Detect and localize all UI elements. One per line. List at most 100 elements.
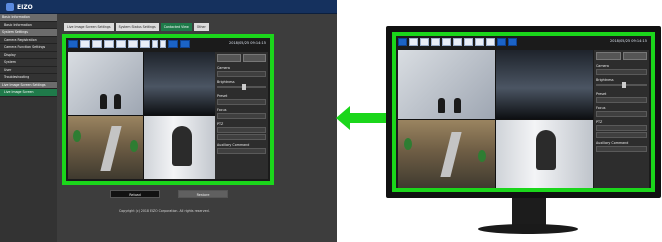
monitor-aux-command-field[interactable] (596, 146, 647, 152)
left-arrow-icon (336, 106, 386, 130)
sidebar-section-basic-information[interactable]: Basic Information (0, 14, 57, 22)
monitor-layout-4x4-button[interactable] (431, 38, 440, 46)
sidebar-item-camera-function-settings[interactable]: Camera Function Settings (0, 44, 57, 52)
rotate-icon[interactable] (168, 40, 178, 48)
sidebar: Basic Information Basic Information Syst… (0, 14, 57, 242)
monitor-settings-icon-button[interactable] (622, 52, 647, 60)
brand-name: EIZO (17, 3, 33, 11)
camera-label: Camera (217, 66, 230, 70)
preset-field[interactable] (217, 99, 266, 105)
monitor-layout-custom-3-button[interactable] (464, 38, 473, 46)
ptz-controls[interactable] (217, 127, 266, 133)
brightness-slider[interactable] (217, 84, 266, 90)
control-side-panel: Camera Brightness Preset Focus PTZ Auxil… (215, 52, 268, 179)
monitor-camera-grid (398, 50, 593, 188)
copyright-text: Copyright (c) 2018 EIZO Corporation. All… (119, 209, 210, 213)
monitor-aux-command-label: Auxiliary Command (596, 141, 629, 145)
sidebar-item-display[interactable]: Display (0, 52, 57, 59)
sidebar-item-troubleshooting[interactable]: Troubleshooting (0, 74, 57, 82)
brand-logo-icon (6, 3, 14, 11)
datetime: 2018/05/25 09:14:15 (228, 41, 266, 45)
monitor: 2018/05/25 09:14:15 Camera Brightness Pr… (386, 26, 661, 198)
sidebar-section-live-image-screen-settings[interactable]: Live Image Screen Settings (0, 81, 57, 89)
side-top-buttons (215, 52, 268, 64)
monitor-next-page-icon[interactable] (486, 38, 495, 46)
monitor-layout-3x3-button[interactable] (420, 38, 429, 46)
person-silhouette (536, 129, 556, 170)
monitor-side-top-buttons (594, 50, 649, 62)
reload-button[interactable]: Reload (110, 190, 160, 198)
monitor-layout-1x1-button[interactable] (398, 38, 407, 46)
focus-label: Focus (217, 108, 227, 112)
monitor-control-side-panel: Camera Brightness Preset Focus PTZ Auxil… (594, 50, 649, 188)
tab-bar: Live Image Screen Settings System Status… (64, 23, 209, 31)
layout-1x1-button[interactable] (68, 40, 78, 48)
camera-view-office[interactable] (143, 116, 218, 179)
monitor-preset-field[interactable] (596, 97, 647, 103)
monitor-camera-view-mall[interactable] (398, 119, 495, 188)
app-screenshot: EIZO Basic Information Basic Information… (0, 0, 337, 242)
tab-live-image-screen-settings[interactable]: Live Image Screen Settings (64, 23, 114, 31)
person-silhouette (171, 126, 192, 166)
monitor-prev-page-icon[interactable] (475, 38, 484, 46)
top-bar: EIZO (0, 0, 337, 14)
monitor-focus-label: Focus (596, 106, 606, 110)
camera-view-lobby[interactable] (68, 52, 143, 115)
ptz-controls-2[interactable] (217, 134, 266, 140)
sidebar-item-basic-information[interactable]: Basic Information (0, 22, 57, 29)
plant-icon (404, 137, 412, 150)
monitor-camera-view-office[interactable] (496, 119, 593, 188)
camera-view-parking[interactable] (143, 52, 218, 115)
monitor-camera-view-lobby[interactable] (398, 50, 495, 119)
monitor-user-icon-button[interactable] (596, 52, 621, 60)
plant-icon (73, 130, 81, 142)
escalator (100, 126, 122, 171)
camera-field[interactable] (217, 71, 266, 77)
monitor-layout-custom-1-button[interactable] (442, 38, 451, 46)
tab-contacted-view[interactable]: Contacted View (160, 23, 192, 31)
layout-3x3-button[interactable] (92, 40, 102, 48)
user-icon-button[interactable] (217, 54, 241, 62)
camera-grid (68, 52, 218, 179)
live-image-preview-frame: 2018/05/25 09:14:15 Camera Brightness Pr… (62, 34, 274, 185)
monitor-layout-custom-2-button[interactable] (453, 38, 462, 46)
monitor-swap-icon[interactable] (508, 38, 517, 46)
sidebar-item-user[interactable]: User (0, 67, 57, 74)
escalator (440, 131, 462, 177)
tab-system-status-settings[interactable]: System Status Settings (115, 23, 159, 31)
prev-page-icon[interactable] (152, 40, 158, 48)
layout-custom-3-button[interactable] (140, 40, 150, 48)
settings-icon-button[interactable] (242, 54, 266, 62)
sidebar-item-camera-registration[interactable]: Camera Registration (0, 37, 57, 44)
aux-command-field[interactable] (217, 148, 266, 154)
camera-view-mall[interactable] (68, 116, 143, 179)
layout-4x4-button[interactable] (104, 40, 114, 48)
monitor-ptz-controls[interactable] (596, 125, 647, 131)
monitor-ptz-label: PTZ (596, 120, 603, 124)
person-silhouette (438, 97, 445, 113)
monitor-preset-label: Preset (596, 92, 607, 96)
next-page-icon[interactable] (160, 40, 166, 48)
monitor-ptz-controls-2[interactable] (596, 132, 647, 138)
layout-2x2-button[interactable] (80, 40, 90, 48)
sidebar-item-live-image-screen[interactable]: Live Image Screen (0, 89, 57, 97)
sidebar-item-system[interactable]: System (0, 59, 57, 67)
monitor-toolbar (398, 38, 588, 47)
tab-other[interactable]: Other (193, 23, 209, 31)
layout-custom-1-button[interactable] (116, 40, 126, 48)
monitor-focus-field[interactable] (596, 111, 647, 117)
focus-field[interactable] (217, 113, 266, 119)
restore-button[interactable]: Restore (178, 190, 228, 198)
swap-icon[interactable] (180, 40, 190, 48)
monitor-camera-field[interactable] (596, 69, 647, 75)
monitor-stand-base (478, 224, 578, 234)
monitor-rotate-icon[interactable] (497, 38, 506, 46)
sidebar-section-system-settings[interactable]: System Settings (0, 29, 57, 37)
monitor-brightness-slider[interactable] (596, 82, 647, 88)
monitor-layout-2x2-button[interactable] (409, 38, 418, 46)
monitor-camera-view-parking[interactable] (496, 50, 593, 119)
ptz-label: PTZ (217, 122, 224, 126)
layout-custom-2-button[interactable] (128, 40, 138, 48)
preset-label: Preset (217, 94, 228, 98)
action-buttons: Reload Restore (110, 190, 280, 198)
